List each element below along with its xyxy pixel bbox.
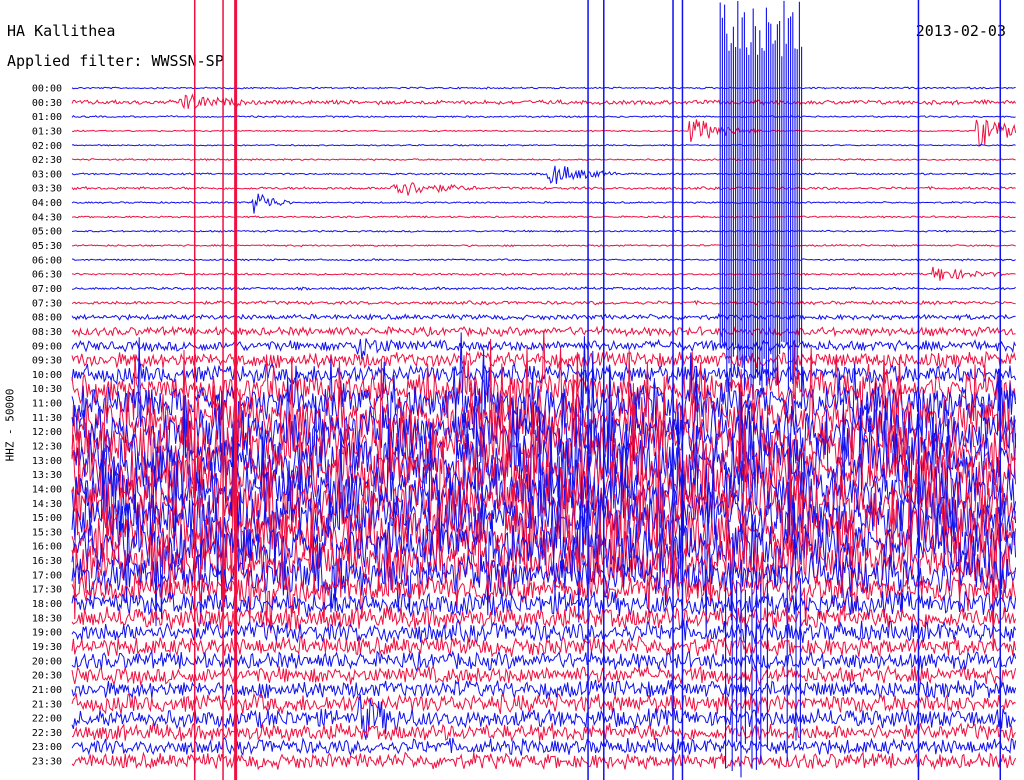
row-tick-label: 22:00 xyxy=(32,714,62,725)
trace-row-2230 xyxy=(71,722,1016,743)
row-tick-label: 11:30 xyxy=(32,413,62,424)
row-tick-label: 09:00 xyxy=(32,341,62,352)
row-tick-label: 21:00 xyxy=(32,685,62,696)
row-tick-label: 19:30 xyxy=(32,642,62,653)
trace-row-0300 xyxy=(71,165,1016,185)
row-tick-label: 13:30 xyxy=(32,470,62,481)
row-tick-label: 08:00 xyxy=(32,313,62,324)
row-tick-label: 03:00 xyxy=(32,169,62,180)
row-tick-label: 03:30 xyxy=(32,184,62,195)
row-tick-label: 02:00 xyxy=(32,141,62,152)
row-tick-label: 01:30 xyxy=(32,126,62,137)
row-tick-label: 06:30 xyxy=(32,270,62,281)
trace-row-0230 xyxy=(71,158,1016,162)
trace-row-0600 xyxy=(71,258,1016,262)
row-tick-label: 20:00 xyxy=(32,656,62,667)
row-tick-label: 06:00 xyxy=(32,255,62,266)
row-tick-label: 23:30 xyxy=(32,757,62,768)
row-tick-label: 14:30 xyxy=(32,499,62,510)
row-tick-label: 07:30 xyxy=(32,298,62,309)
tick-label-layer: 00:00 00:30 01:00 01:30 02:00 02:30 03:00 03:30… xyxy=(32,84,62,768)
trace-row-0430 xyxy=(71,215,1016,219)
trace-row-0930 xyxy=(71,350,1017,370)
row-tick-label: 00:00 xyxy=(32,84,62,95)
row-tick-label: 16:00 xyxy=(32,542,62,553)
row-tick-label: 18:00 xyxy=(32,599,62,610)
row-tick-label: 21:30 xyxy=(32,699,62,710)
row-tick-label: 02:30 xyxy=(32,155,62,166)
row-tick-label: 20:30 xyxy=(32,671,62,682)
trace-row-2330 xyxy=(71,751,1017,771)
trace-row-2030 xyxy=(71,664,1017,687)
trace-row-0330 xyxy=(71,182,1016,196)
row-tick-label: 09:30 xyxy=(32,356,62,367)
trace-row-2100 xyxy=(71,679,1017,701)
trace-row-2130 xyxy=(71,692,1016,715)
trace-row-0130 xyxy=(71,119,1017,147)
trace-row-0200 xyxy=(71,143,1016,147)
row-tick-label: 11:00 xyxy=(32,399,62,410)
row-tick-label: 18:30 xyxy=(32,613,62,624)
row-tick-label: 05:30 xyxy=(32,241,62,252)
trace-row-0800 xyxy=(71,312,1016,322)
row-tick-label: 22:30 xyxy=(32,728,62,739)
row-tick-label: 13:00 xyxy=(32,456,62,467)
trace-row-0500 xyxy=(71,229,1016,233)
trace-row-1800 xyxy=(71,590,1017,618)
trace-row-0000 xyxy=(71,86,1016,90)
row-tick-label: 08:30 xyxy=(32,327,62,338)
row-tick-label: 14:00 xyxy=(32,484,62,495)
trace-row-0700 xyxy=(72,286,1016,291)
row-tick-label: 15:00 xyxy=(32,513,62,524)
row-tick-label: 16:30 xyxy=(32,556,62,567)
row-tick-label: 00:30 xyxy=(32,98,62,109)
row-tick-label: 01:00 xyxy=(32,112,62,123)
row-tick-label: 12:00 xyxy=(32,427,62,438)
trace-layer xyxy=(71,86,1017,771)
row-tick-label: 23:00 xyxy=(32,742,62,753)
trace-row-2300 xyxy=(71,736,1017,757)
trace-row-0030 xyxy=(71,93,1017,110)
row-tick-label: 19:00 xyxy=(32,628,62,639)
row-tick-label: 15:30 xyxy=(32,527,62,538)
row-tick-label: 04:30 xyxy=(32,212,62,223)
trace-row-0630 xyxy=(71,266,1016,281)
row-tick-label: 17:30 xyxy=(32,585,62,596)
row-tick-label: 10:30 xyxy=(32,384,62,395)
trace-row-0100 xyxy=(71,115,1016,119)
row-tick-label: 17:00 xyxy=(32,570,62,581)
helicorder-plot: 00:00 00:30 01:00 01:30 02:00 02:30 03:00 03:30… xyxy=(32,0,1017,780)
trace-row-1930 xyxy=(71,635,1017,658)
trace-row-2000 xyxy=(71,650,1017,672)
trace-row-0530 xyxy=(71,243,1016,248)
row-tick-label: 05:00 xyxy=(32,227,62,238)
row-tick-label: 12:30 xyxy=(32,442,62,453)
trace-row-0730 xyxy=(71,299,1016,306)
row-tick-label: 04:00 xyxy=(32,198,62,209)
row-tick-label: 07:00 xyxy=(32,284,62,295)
trace-row-0400 xyxy=(71,193,1016,214)
row-tick-label: 10:00 xyxy=(32,370,62,381)
